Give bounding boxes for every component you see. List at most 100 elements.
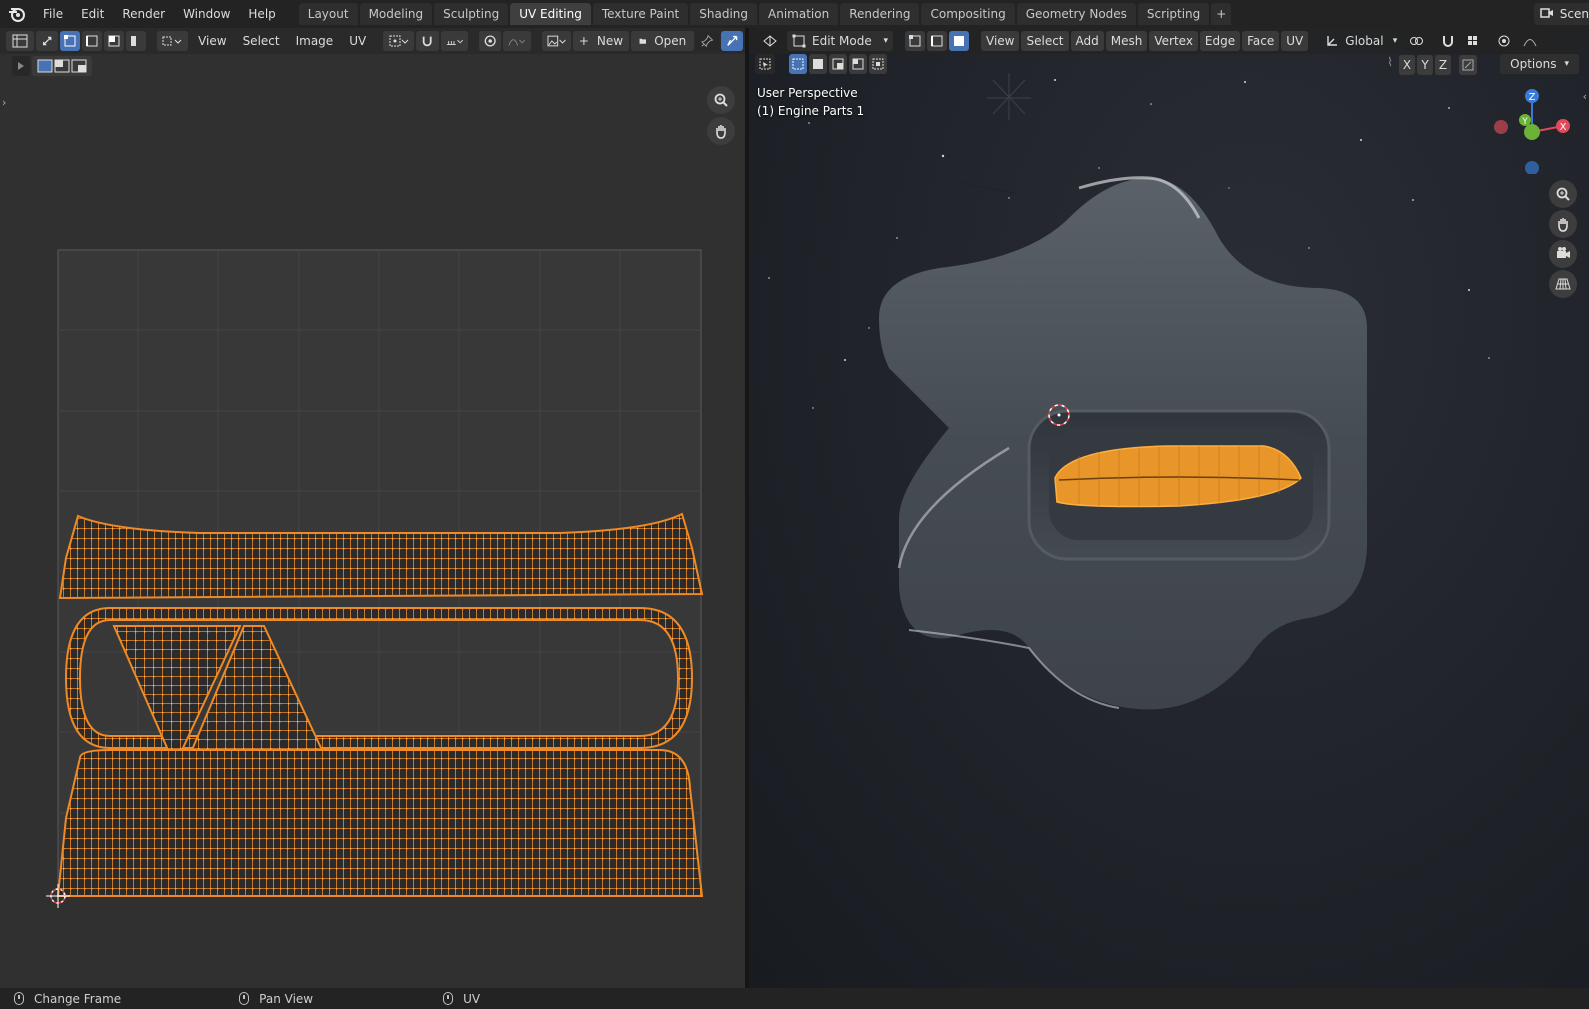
transform-orientation-dropdown[interactable]: Global ▾ [1320, 31, 1402, 51]
select-invert-mode-button[interactable] [849, 54, 867, 74]
vp-menu-mesh[interactable]: Mesh [1105, 31, 1148, 51]
sidebar-expand-arrow-icon[interactable]: ‹ [1583, 90, 1587, 103]
transform-pivot-dropdown[interactable] [1404, 31, 1434, 51]
selection-mode-set-button[interactable] [32, 56, 92, 76]
snap-toggle-button[interactable] [416, 31, 439, 51]
select-face-mode-button[interactable] [104, 31, 125, 51]
tab-texture-paint[interactable]: Texture Paint [592, 3, 689, 25]
image-browse-button[interactable] [541, 31, 572, 51]
vp-menu-face[interactable]: Face [1242, 31, 1280, 51]
tab-rendering[interactable]: Rendering [840, 3, 920, 25]
face-select-mode-button[interactable] [949, 31, 969, 51]
vp-menu-add[interactable]: Add [1070, 31, 1104, 51]
toggle-perspective-button[interactable] [1549, 270, 1577, 298]
zoom-icon [714, 93, 728, 107]
transform-orientation-label: Global [1345, 34, 1384, 48]
vp-menu-edge[interactable]: Edge [1199, 31, 1241, 51]
menu-file[interactable]: File [34, 3, 72, 25]
mirror-y-button[interactable]: Y [1417, 55, 1433, 75]
mirror-x-button[interactable]: X [1399, 55, 1415, 75]
vp-menu-view[interactable]: View [981, 31, 1020, 51]
toolbar-expand-arrow-icon[interactable]: › [2, 96, 6, 109]
viewport-snap-target-dropdown[interactable] [1462, 31, 1490, 51]
select-new-mode-button[interactable] [789, 54, 807, 74]
viewport-editor-type-button[interactable] [755, 31, 785, 51]
tab-uv-editing[interactable]: UV Editing [510, 3, 591, 25]
edge-select-mode-button[interactable] [927, 31, 947, 51]
proportional-falloff-dropdown[interactable] [503, 31, 532, 51]
blender-logo-icon[interactable] [0, 0, 34, 28]
plus-icon: + [578, 34, 589, 48]
vp-menu-uv[interactable]: UV [1281, 31, 1309, 51]
vertex-select-mode-button[interactable] [905, 31, 925, 51]
uv-menu-uv[interactable]: UV [341, 31, 374, 51]
new-image-button[interactable]: + New [573, 31, 629, 51]
3d-viewport[interactable]: Edit Mode ▾ View Select Add Mesh Vertex … [749, 28, 1589, 988]
select-island-mode-button[interactable] [126, 31, 147, 51]
select-extend-mode-button[interactable] [809, 54, 827, 74]
tab-sculpting[interactable]: Sculpting [434, 3, 509, 25]
folder-icon [639, 38, 646, 44]
viewport-info-overlay: User Perspective (1) Engine Parts 1 [757, 84, 864, 120]
editor-type-button[interactable] [6, 31, 34, 51]
select-tool-button[interactable] [755, 54, 775, 74]
engine-part-object[interactable] [749, 28, 1589, 988]
snap-target-dropdown[interactable] [440, 31, 469, 51]
sticky-select-icon [162, 36, 182, 46]
vp-menu-select[interactable]: Select [1021, 31, 1069, 51]
select-new-icon [792, 58, 804, 70]
tab-shading[interactable]: Shading [690, 3, 757, 25]
scene-selector[interactable]: Scen [1533, 3, 1589, 25]
selection-modes-icon [37, 59, 87, 73]
tool-select-button[interactable] [12, 56, 30, 76]
status-change-frame: Change Frame [14, 992, 121, 1006]
tab-layout[interactable]: Layout [298, 3, 358, 25]
viewport-proportional-button[interactable] [1492, 31, 1516, 51]
pivot-point-dropdown[interactable] [383, 31, 415, 51]
viewport-pan-button[interactable] [1549, 210, 1577, 238]
select-vertex-mode-button[interactable] [60, 31, 81, 51]
select-subtract-mode-button[interactable] [829, 54, 847, 74]
tab-compositing[interactable]: Compositing [921, 3, 1015, 25]
viewport-zoom-button[interactable] [1549, 180, 1577, 208]
menu-window[interactable]: Window [174, 3, 239, 25]
auto-merge-button[interactable] [1459, 55, 1477, 75]
proportional-editing-button[interactable] [479, 31, 502, 51]
mode-label: Edit Mode [812, 34, 872, 48]
open-image-button[interactable]: Open [630, 31, 695, 51]
mirror-z-button[interactable]: Z [1435, 55, 1451, 75]
menu-render[interactable]: Render [113, 3, 174, 25]
uv-island-bottom[interactable] [56, 749, 704, 897]
interaction-mode-dropdown[interactable]: Edit Mode ▾ [787, 31, 893, 51]
uv-menu-view[interactable]: View [190, 31, 234, 51]
navigation-gizmo[interactable]: Z Y X [1487, 84, 1577, 174]
uv-menu-select[interactable]: Select [235, 31, 288, 51]
select-intersect-mode-button[interactable] [869, 54, 887, 74]
pin-icon [701, 34, 714, 48]
tab-geometry-nodes[interactable]: Geometry Nodes [1016, 3, 1136, 25]
options-dropdown[interactable]: Options ▾ [1500, 54, 1579, 74]
menu-edit[interactable]: Edit [72, 3, 113, 25]
viewport-falloff-button[interactable] [1518, 31, 1542, 51]
falloff-curve-icon [508, 39, 526, 46]
sticky-selection-dropdown[interactable] [156, 31, 189, 51]
select-edge-mode-button[interactable] [82, 31, 103, 51]
tab-animation[interactable]: Animation [759, 3, 839, 25]
perspective-label: User Perspective [757, 86, 858, 100]
uv-gizmo-toggle-button[interactable] [720, 31, 744, 51]
viewport-snap-button[interactable] [1436, 31, 1460, 51]
sync-selection-button[interactable] [35, 31, 59, 51]
new-image-label: New [596, 34, 624, 48]
uv-menu-image[interactable]: Image [288, 31, 342, 51]
zoom-view-button[interactable] [707, 86, 735, 114]
camera-view-button[interactable] [1549, 240, 1577, 268]
tab-modeling[interactable]: Modeling [359, 3, 433, 25]
pin-image-button[interactable] [696, 31, 719, 51]
pan-view-button[interactable] [707, 117, 735, 145]
vp-menu-vertex[interactable]: Vertex [1149, 31, 1198, 51]
add-workspace-button[interactable]: + [1211, 3, 1232, 25]
tab-scripting[interactable]: Scripting [1137, 3, 1210, 25]
status-pan-view-label: Pan View [259, 991, 314, 1006]
menu-help[interactable]: Help [239, 3, 284, 25]
uv-canvas[interactable] [0, 54, 745, 988]
